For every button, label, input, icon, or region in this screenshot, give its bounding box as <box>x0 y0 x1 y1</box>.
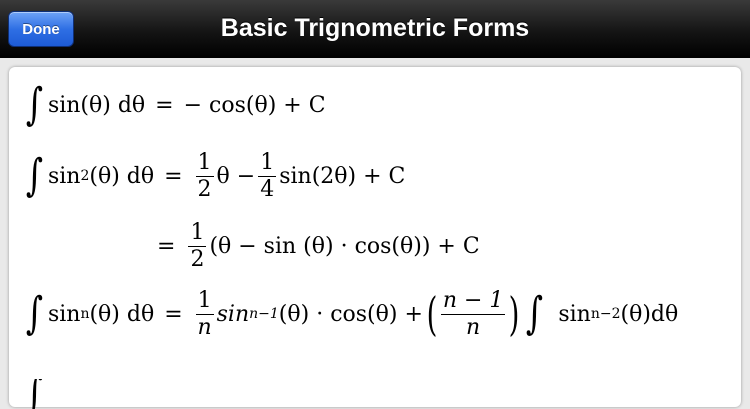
integral-symbol: ∫ <box>25 288 44 339</box>
integral-symbol: ∫ <box>526 288 544 339</box>
fraction: 12 <box>195 150 214 202</box>
fraction: 14 <box>258 150 277 202</box>
integral-symbol: ∫ <box>25 79 44 130</box>
equation-2: ∫ sin 2 (θ) dθ = 12 θ − 14 sin(2θ) + C <box>25 150 406 202</box>
equation-3: = 12 (θ − sin (θ) · cos(θ)) + C <box>157 220 480 272</box>
fraction: 1n <box>195 288 214 340</box>
integral-symbol: ∫ <box>25 379 44 409</box>
page-title: Basic Trignometric Forms <box>220 14 530 42</box>
equation-4: ∫ sin n (θ) dθ = 1n sin n−1 (θ) · cos(θ) + (… <box>25 287 679 341</box>
navigation-bar: Done Basic Trignometric Forms <box>0 0 750 58</box>
equation-5-partial: ∫ <box>23 379 48 409</box>
fraction: 12 <box>188 220 207 272</box>
equation-1-rhs: − cos(θ) + C <box>183 92 326 118</box>
equation-1: ∫ sin(θ) dθ = − cos(θ) + C <box>25 79 326 130</box>
integral-symbol: ∫ <box>25 150 44 201</box>
equation-1-lhs: sin(θ) dθ <box>47 92 146 118</box>
formula-card: ∫ sin(θ) dθ = − cos(θ) + C ∫ sin 2 (θ) dθ … <box>9 67 741 409</box>
fraction: n − 1n <box>440 288 506 340</box>
